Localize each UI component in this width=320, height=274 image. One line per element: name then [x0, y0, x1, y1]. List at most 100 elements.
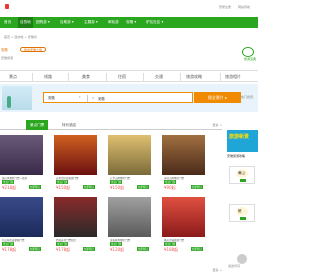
card-category-badge: 景点门票 [56, 242, 69, 246]
banner-illustration [2, 86, 32, 110]
right-sidebar: 旅游新景 安徽旅游攻略 黄山 皖 发送问问 [227, 130, 258, 274]
nav-destination[interactable]: 目的地 [18, 17, 33, 28]
card-category-badge: 景点门票 [2, 242, 15, 246]
nav-theme-tour[interactable]: 主题游 ▾ [84, 20, 98, 25]
card-category-badge: 景点门票 [56, 180, 69, 184]
tab-transport[interactable]: 交通 [155, 74, 163, 80]
ticket-card[interactable]: 采石矶风景区门票 景点门票 ¥120起 立即预订 [108, 197, 151, 255]
site-nav-link[interactable]: 网站导航 [238, 5, 250, 9]
tab-travel-guide[interactable]: 旅游攻略 [186, 74, 202, 80]
card-book-button[interactable]: 立即预订 [82, 247, 95, 251]
tab-divider [68, 73, 69, 81]
side-card-button[interactable] [240, 217, 246, 220]
nav-home[interactable]: 首页 [4, 20, 11, 25]
nav-self-tour[interactable]: 自助游 ▾ [60, 20, 74, 25]
main-nav: 首页 目的地 团购游 ▾ 自助游 ▾ 主题游 ▾ 邮轮游 攻略 ▾ 驴友社区 ▾ [0, 17, 258, 28]
card-category-badge: 景点门票 [164, 180, 177, 184]
more-link-bottom[interactable]: 更多 > [213, 268, 222, 272]
side-card-label: 皖 [238, 209, 242, 213]
tab-food[interactable]: 美食 [82, 74, 90, 80]
side-bottom-link[interactable]: 发送问问 [228, 264, 240, 268]
card-book-button[interactable]: 立即预订 [136, 247, 149, 251]
city-select[interactable]: 安徽 [46, 95, 88, 102]
tab-divider [32, 73, 33, 81]
card-price: ¥218起 [2, 185, 17, 190]
card-image[interactable] [162, 197, 205, 237]
tab-divider [143, 73, 144, 81]
search-button[interactable]: 搜全景片 ▸ [194, 92, 241, 103]
card-image[interactable] [0, 135, 43, 175]
card-image[interactable] [0, 197, 43, 237]
card-image[interactable] [54, 135, 97, 175]
card-price: ¥120起 [110, 247, 125, 252]
search-input[interactable] [98, 94, 178, 102]
chevron-down-icon[interactable]: ▾ [79, 95, 81, 99]
card-price: ¥90起 [164, 185, 176, 190]
tab-tickets[interactable]: 景点门票 [26, 120, 49, 130]
side-card[interactable]: 皖 [229, 204, 255, 222]
card-book-button[interactable]: 立即预订 [136, 185, 149, 189]
search-icon: ⌕ [92, 95, 95, 100]
card-price: ¥150起 [56, 185, 71, 190]
hot-search-label: 热门搜索： [240, 95, 256, 99]
card-book-button[interactable]: 立即预订 [190, 247, 203, 251]
more-link[interactable]: 更多 > [213, 123, 222, 127]
tab-divider [180, 73, 181, 81]
card-book-button[interactable]: 立即预订 [28, 247, 41, 251]
login-link[interactable]: 登录注册 [219, 5, 231, 9]
side-card-button[interactable] [240, 179, 246, 182]
content-tabs: 景点门票 特价酒店 [0, 120, 222, 130]
tab-divider [220, 73, 221, 81]
nav-community[interactable]: 驴友社区 ▾ [146, 20, 163, 25]
card-image[interactable] [108, 135, 151, 175]
nav-cruise[interactable]: 邮轮游 [108, 20, 119, 25]
ticket-card[interactable]: 西递宏村门票组合 景点门票 ¥178起 立即预订 [54, 197, 97, 255]
card-image[interactable] [108, 197, 151, 237]
side-ad-title: 旅游新景 [229, 134, 250, 140]
user-icon [237, 254, 247, 264]
card-price: ¥178起 [2, 247, 17, 252]
ticket-card[interactable]: 徽州古城旅游门票 景点门票 ¥188起 立即预订 [162, 197, 205, 255]
card-book-button[interactable]: 立即预订 [190, 185, 203, 189]
card-price: ¥178起 [56, 247, 71, 252]
tab-hotels[interactable]: 住宿 [118, 74, 126, 80]
tab-attractions[interactable]: 景点 [9, 74, 17, 80]
brand-icon[interactable] [5, 4, 9, 9]
tab-special-hotels[interactable]: 特价酒店 [58, 120, 80, 130]
tree-icon [7, 96, 11, 108]
ticket-card[interactable]: 天柱山风景区门票 景点门票 ¥90起 立即预订 [162, 135, 205, 193]
card-category-badge: 景点门票 [110, 180, 123, 184]
side-card[interactable]: 黄山 [229, 166, 255, 184]
card-category-badge: 景点门票 [164, 242, 177, 246]
ticket-card[interactable]: 宏村古民居旅游门票 景点门票 ¥150起 立即预订 [54, 135, 97, 193]
guide-logo-text[interactable]: 旅游宝典 [244, 57, 256, 61]
category-tabs: 景点 线路 美食 住宿 交通 旅游攻略 旅游相片 [0, 70, 258, 82]
search-box: 安徽 ▾ ⌕ [43, 92, 193, 103]
side-heading[interactable]: 安徽旅游攻略 [227, 154, 245, 158]
card-category-badge: 景点门票 [2, 180, 15, 184]
tab-divider [106, 73, 107, 81]
side-ad-banner[interactable]: 旅游新景 [227, 130, 258, 152]
top-links: 登录注册 网站导航 [213, 5, 250, 9]
nav-group-tour[interactable]: 团购游 ▾ [36, 20, 50, 25]
card-image[interactable] [54, 197, 97, 237]
card-image[interactable] [162, 135, 205, 175]
breadcrumb[interactable]: 首页 > 目的地 > 安徽省 [4, 35, 37, 39]
top-bar: 登录注册 网站导航 [0, 0, 258, 15]
card-category-badge: 景点门票 [110, 242, 123, 246]
tab-routes[interactable]: 线路 [44, 74, 52, 80]
city-name: 安徽 [1, 48, 8, 52]
ticket-card[interactable]: 黄山风景区门票一日游 景点门票 ¥218起 立即预订 [0, 135, 43, 193]
card-price: ¥188起 [164, 247, 179, 252]
tab-photos[interactable]: 旅游相片 [225, 74, 241, 80]
guide-logo-icon [242, 47, 254, 57]
city-header: 安徽 我的安徽之旅 安徽旅游 旅游宝典 [0, 44, 258, 62]
nav-guide[interactable]: 攻略 ▾ [126, 20, 136, 25]
city-tag-button[interactable]: 我的安徽之旅 [20, 47, 47, 52]
city-subtitle: 安徽旅游 [1, 56, 14, 60]
side-card-label: 黄山 [238, 171, 245, 175]
card-book-button[interactable]: 立即预订 [82, 185, 95, 189]
ticket-card[interactable]: 包公祠古迹参观门票 景点门票 ¥178起 立即预订 [0, 197, 43, 255]
card-book-button[interactable]: 立即预订 [28, 185, 41, 189]
ticket-card[interactable]: 九华山风景区门票 景点门票 ¥150起 立即预订 [108, 135, 151, 193]
